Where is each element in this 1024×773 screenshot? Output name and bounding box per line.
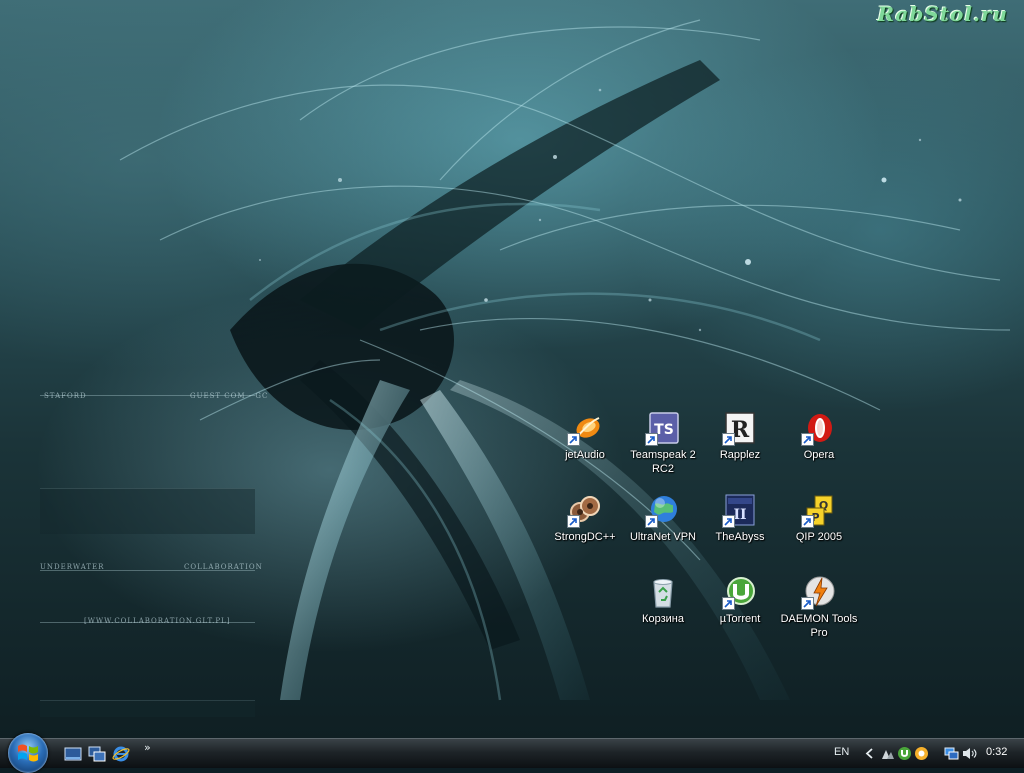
desktop-icon-label: jetAudio <box>565 449 605 461</box>
wallpaper-text-guest: GUEST COM - GC <box>190 392 269 400</box>
wallpaper-panel <box>40 488 255 534</box>
tray-expand-icon <box>865 748 873 759</box>
desktop-icon-label: DAEMON Tools Pro <box>780 613 858 639</box>
tray-utorrent-icon <box>898 747 911 760</box>
wallpaper-text-collaboration: COLLABORATION <box>184 563 263 571</box>
shortcut-arrow-icon <box>801 433 814 446</box>
watermark-logo: RabStol.ru <box>877 2 1008 26</box>
tray-utorrent[interactable] <box>897 746 912 761</box>
desktop-icon-rapplez[interactable]: R Rapplez <box>700 410 780 462</box>
wallpaper-art <box>119 19 1011 701</box>
desktop-icon-jetaudio[interactable]: jetAudio <box>545 410 625 462</box>
desktop-icon-label: Rapplez <box>719 449 761 461</box>
desktop-icon-label: QIP 2005 <box>795 531 843 543</box>
wallpaper-text-staford: STAFORD <box>44 392 87 400</box>
wallpaper-url: [WWW.COLLABORATION.GLT.PL] <box>84 617 231 625</box>
tray-network-icon <box>882 750 894 759</box>
internet-explorer-icon <box>112 746 130 762</box>
recycle-bin-icon <box>653 579 673 608</box>
desktop-icon-utorrent[interactable]: µTorrent <box>700 574 780 626</box>
tray-volume[interactable] <box>962 746 977 761</box>
show-desktop-icon <box>64 747 82 761</box>
tray-display-icon <box>944 747 959 760</box>
desktop-icon-label: UltraNet VPN <box>629 531 697 543</box>
tray-display[interactable] <box>944 746 959 761</box>
desktop-icon-ultranet-vpn[interactable]: UltraNet VPN <box>623 492 703 544</box>
tray-volume-icon <box>963 748 977 759</box>
desktop-icon-label: StrongDC++ <box>554 531 616 543</box>
desktop-icon-label: TheAbyss <box>715 531 765 543</box>
desktop-icon-theabyss[interactable]: II TheAbyss <box>700 492 780 544</box>
tray-network[interactable] <box>880 746 895 761</box>
desktop-icon-strongdc[interactable]: StrongDC++ <box>545 492 625 544</box>
shortcut-arrow-icon <box>722 597 735 610</box>
start-button[interactable] <box>8 733 48 773</box>
tray-qip-icon <box>915 747 928 760</box>
shortcut-arrow-icon <box>722 433 735 446</box>
shortcut-arrow-icon <box>645 515 658 528</box>
tray-expand-button[interactable] <box>862 746 877 761</box>
desktop-icon-teamspeak[interactable]: TS Teamspeak 2 RC2 <box>623 410 703 476</box>
desktop-icon-label: Teamspeak 2 RC2 <box>630 449 696 475</box>
shortcut-arrow-icon <box>801 597 814 610</box>
quick-launch-show-desktop[interactable] <box>64 745 82 763</box>
desktop: RabStol.ru STAFORD GUEST COM - GC UNDERW… <box>0 0 1024 738</box>
desktop-icon-recycle-bin[interactable]: Корзина <box>623 574 703 626</box>
shortcut-arrow-icon <box>722 515 735 528</box>
wallpaper-panel <box>40 700 255 717</box>
desktop-icon-label: Opera <box>803 449 835 461</box>
windows-logo-icon <box>18 744 38 762</box>
language-indicator[interactable]: EN <box>834 746 849 758</box>
taskbar: » EN 0:32 <box>0 733 1024 773</box>
svg-text:II: II <box>733 507 746 523</box>
shortcut-arrow-icon <box>801 515 814 528</box>
switch-windows-icon <box>88 746 106 762</box>
wallpaper-text-underwater: UNDERWATER <box>40 563 105 571</box>
quick-launch-more-button[interactable]: » <box>144 741 151 754</box>
tray-qip[interactable] <box>914 746 929 761</box>
quick-launch-internet-explorer[interactable] <box>112 745 130 763</box>
shortcut-arrow-icon <box>567 515 580 528</box>
desktop-icon-label: Корзина <box>642 613 684 625</box>
shortcut-arrow-icon <box>645 433 658 446</box>
quick-launch-switch-windows[interactable] <box>88 745 106 763</box>
clock[interactable]: 0:32 <box>986 746 1007 758</box>
shortcut-arrow-icon <box>567 433 580 446</box>
desktop-icon-qip[interactable]: Q P QIP 2005 <box>779 492 859 544</box>
desktop-icon-label: µTorrent <box>719 613 761 625</box>
desktop-icon-daemon-tools[interactable]: DAEMON Tools Pro <box>779 574 859 640</box>
desktop-icon-opera[interactable]: Opera <box>779 410 859 462</box>
